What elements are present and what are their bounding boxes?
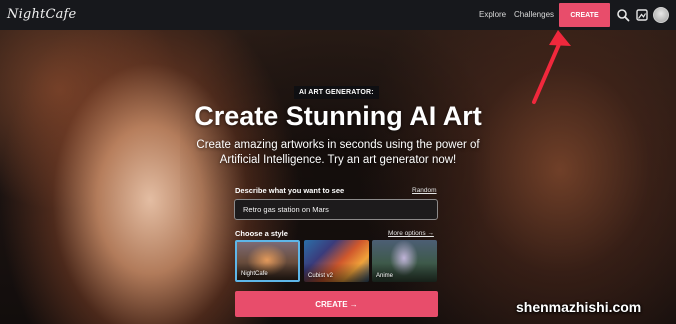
style-card-anime[interactable]: Anime: [372, 240, 437, 282]
style-card-cubist-v2[interactable]: Cubist v2: [304, 240, 369, 282]
ai-art-generator-badge: AI ART GENERATOR:: [294, 86, 379, 99]
style-card-nightcafe[interactable]: NightCafe: [235, 240, 300, 282]
search-icon[interactable]: [616, 8, 630, 22]
nav-explore-link[interactable]: Explore: [479, 10, 506, 19]
style-card-label: Anime: [376, 273, 394, 279]
hero-subtitle: Create amazing artworks in seconds using…: [196, 139, 480, 166]
gallery-icon[interactable]: [635, 8, 649, 22]
style-card-label: NightCafe: [241, 271, 268, 277]
prompt-label: Describe what you want to see: [235, 186, 345, 195]
random-prompt-link[interactable]: Random: [412, 187, 437, 194]
create-button[interactable]: CREATE →: [235, 291, 438, 317]
watermark-text: shenmazhishi.com: [516, 299, 642, 315]
style-label: Choose a style: [235, 229, 288, 238]
prompt-input[interactable]: Retro gas station on Mars: [234, 199, 438, 220]
style-card-label: Cubist v2: [308, 273, 334, 279]
page-title: Create Stunning AI Art: [194, 101, 482, 131]
header-create-button[interactable]: CREATE: [559, 3, 610, 27]
user-avatar[interactable]: [653, 7, 669, 23]
nav-challenges-link[interactable]: Challenges: [514, 10, 554, 19]
annotation-arrow-icon: [532, 30, 571, 104]
more-options-link[interactable]: More options →: [388, 230, 434, 237]
nightcafe-logo[interactable]: NightCafe: [7, 7, 76, 22]
